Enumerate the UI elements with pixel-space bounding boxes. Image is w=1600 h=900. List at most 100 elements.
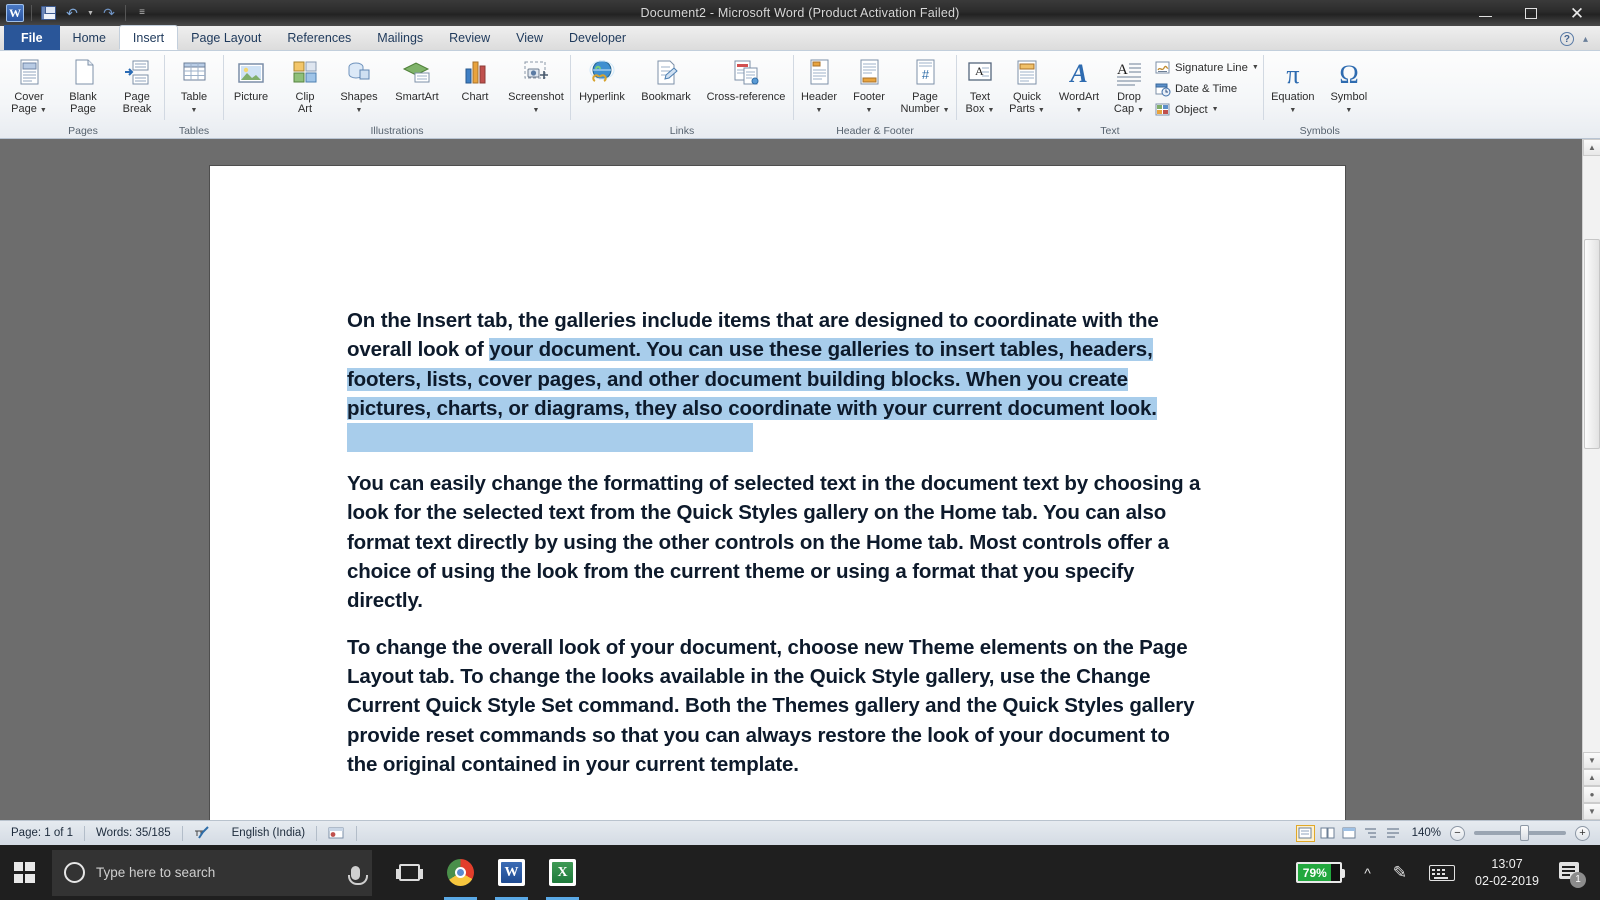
save-icon[interactable] — [37, 2, 59, 24]
object-button[interactable]: Object ▼ — [1151, 99, 1263, 120]
table-button[interactable]: Table ▼ — [165, 55, 223, 115]
undo-dropdown-icon[interactable]: ▼ — [85, 2, 96, 24]
drop-cap-button[interactable]: A Drop Cap ▼ — [1107, 55, 1151, 115]
paragraph-1[interactable]: On the Insert tab, the galleries include… — [347, 306, 1202, 453]
screenshot-dropdown-icon[interactable]: ▼ — [533, 107, 540, 114]
screenshot-button[interactable]: Screenshot ▼ — [502, 55, 570, 115]
tab-developer[interactable]: Developer — [556, 26, 639, 50]
bookmark-button[interactable]: Bookmark — [633, 55, 699, 104]
outline-view-button[interactable] — [1362, 825, 1381, 842]
chart-button[interactable]: Chart — [448, 55, 502, 104]
drop-cap-dropdown-icon[interactable]: ▼ — [1137, 107, 1144, 114]
clip-art-button[interactable]: Clip Art — [278, 55, 332, 115]
customize-qat-icon[interactable]: ≡ — [131, 2, 153, 24]
windows-ink-workspace-button[interactable]: ✎ — [1382, 845, 1418, 900]
scroll-down-button[interactable]: ▼ — [1583, 752, 1600, 769]
paragraph-3[interactable]: To change the overall look of your docum… — [347, 633, 1202, 779]
undo-icon[interactable]: ↶ — [61, 2, 83, 24]
footer-button[interactable]: Footer ▼ — [844, 55, 894, 115]
vertical-scrollbar[interactable]: ▲ ▼ ▲ ● ▼ — [1582, 139, 1600, 820]
cortana-icon[interactable] — [64, 862, 85, 883]
tab-view[interactable]: View — [503, 26, 556, 50]
document-text-body[interactable]: On the Insert tab, the galleries include… — [347, 306, 1202, 779]
picture-button[interactable]: Picture — [224, 55, 278, 104]
show-hidden-icons-button[interactable]: ^ — [1353, 845, 1382, 900]
equation-button[interactable]: π Equation ▼ — [1264, 55, 1322, 115]
print-layout-view-button[interactable] — [1295, 824, 1315, 842]
language-indicator[interactable]: English (India) — [221, 824, 317, 842]
header-dropdown-icon[interactable]: ▼ — [816, 107, 823, 114]
signature-line-button[interactable]: Signature Line ▼ — [1151, 57, 1263, 78]
touch-keyboard-button[interactable] — [1418, 845, 1466, 900]
page-number-dropdown-icon[interactable]: ▼ — [943, 107, 950, 114]
select-browse-object-button[interactable]: ● — [1583, 786, 1600, 803]
table-dropdown-icon[interactable]: ▼ — [191, 107, 198, 114]
text-box-button[interactable]: A Text Box ▼ — [957, 55, 1003, 115]
document-page[interactable]: On the Insert tab, the galleries include… — [210, 166, 1345, 826]
header-button[interactable]: Header ▼ — [794, 55, 844, 115]
maximize-button[interactable] — [1508, 0, 1554, 26]
blank-page-button[interactable]: Blank Page — [56, 55, 110, 115]
wordart-button[interactable]: A WordArt ▼ — [1051, 55, 1107, 115]
clock-area[interactable]: 13:07 02-02-2019 — [1466, 845, 1548, 900]
taskbar-excel-icon[interactable]: X — [539, 845, 586, 900]
redo-icon[interactable]: ↷ — [98, 2, 120, 24]
proofing-errors-indicator[interactable] — [183, 824, 221, 842]
close-button[interactable]: ✕ — [1554, 0, 1600, 26]
tab-page-layout[interactable]: Page Layout — [178, 26, 274, 50]
taskbar-word-icon[interactable]: W — [488, 845, 535, 900]
shapes-dropdown-icon[interactable]: ▼ — [356, 107, 363, 114]
task-view-button[interactable] — [386, 845, 433, 900]
draft-view-button[interactable] — [1384, 825, 1403, 842]
cover-page-button[interactable]: Cover Page ▼ — [2, 55, 56, 115]
start-button[interactable] — [0, 845, 48, 900]
scroll-up-button[interactable]: ▲ — [1583, 139, 1600, 156]
quick-parts-button[interactable]: Quick Parts ▼ — [1003, 55, 1051, 115]
paragraph-2[interactable]: You can easily change the formatting of … — [347, 469, 1202, 615]
equation-dropdown-icon[interactable]: ▼ — [1289, 107, 1296, 114]
search-input[interactable]: Type here to search — [52, 849, 372, 896]
tab-references[interactable]: References — [274, 26, 364, 50]
microphone-icon[interactable] — [347, 865, 368, 885]
date-and-time-button[interactable]: Date & Time — [1151, 78, 1263, 99]
object-dropdown-icon[interactable]: ▼ — [1212, 106, 1219, 113]
word-app-icon[interactable]: W — [4, 2, 26, 24]
tab-mailings[interactable]: Mailings — [364, 26, 436, 50]
page-number-button[interactable]: # Page Number ▼ — [894, 55, 956, 115]
previous-page-button[interactable]: ▲ — [1583, 769, 1600, 786]
footer-dropdown-icon[interactable]: ▼ — [866, 107, 873, 114]
hyperlink-button[interactable]: Hyperlink — [571, 55, 633, 104]
zoom-in-button[interactable]: + — [1575, 825, 1590, 841]
next-page-button[interactable]: ▼ — [1583, 803, 1600, 820]
zoom-slider-handle[interactable] — [1520, 825, 1529, 841]
zoom-slider[interactable] — [1474, 825, 1566, 841]
tab-file[interactable]: File — [4, 25, 60, 50]
full-screen-reading-view-button[interactable] — [1318, 825, 1337, 842]
minimize-button[interactable] — [1462, 0, 1508, 26]
tab-insert[interactable]: Insert — [118, 25, 179, 50]
symbol-button[interactable]: Ω Symbol ▼ — [1322, 55, 1376, 115]
action-center-button[interactable]: 1 — [1548, 845, 1594, 900]
status-page-indicator[interactable]: Page: 1 of 1 — [0, 824, 84, 842]
shapes-button[interactable]: Shapes ▼ — [332, 55, 386, 115]
signature-line-dropdown-icon[interactable]: ▼ — [1252, 64, 1259, 71]
minimize-ribbon-icon[interactable]: ▴ — [1583, 34, 1588, 45]
taskbar-chrome-icon[interactable] — [437, 845, 484, 900]
cross-reference-button[interactable]: Cross-reference — [699, 55, 793, 104]
zoom-level-label[interactable]: 140% — [1406, 824, 1447, 842]
status-word-count[interactable]: Words: 35/185 — [85, 824, 182, 842]
zoom-out-button[interactable]: − — [1450, 825, 1465, 841]
scrollbar-thumb[interactable] — [1584, 239, 1600, 449]
page-break-button[interactable]: Page Break — [110, 55, 164, 115]
quick-parts-dropdown-icon[interactable]: ▼ — [1038, 107, 1045, 114]
wordart-dropdown-icon[interactable]: ▼ — [1076, 107, 1083, 114]
tab-home[interactable]: Home — [60, 26, 119, 50]
cover-page-dropdown-icon[interactable]: ▼ — [40, 107, 47, 114]
macro-recording-indicator[interactable] — [317, 824, 356, 842]
smartart-button[interactable]: SmartArt — [386, 55, 448, 104]
symbol-dropdown-icon[interactable]: ▼ — [1345, 107, 1352, 114]
battery-indicator[interactable]: 79% — [1285, 845, 1353, 900]
text-box-dropdown-icon[interactable]: ▼ — [988, 107, 995, 114]
web-layout-view-button[interactable] — [1340, 825, 1359, 842]
help-icon[interactable]: ? — [1559, 32, 1574, 46]
